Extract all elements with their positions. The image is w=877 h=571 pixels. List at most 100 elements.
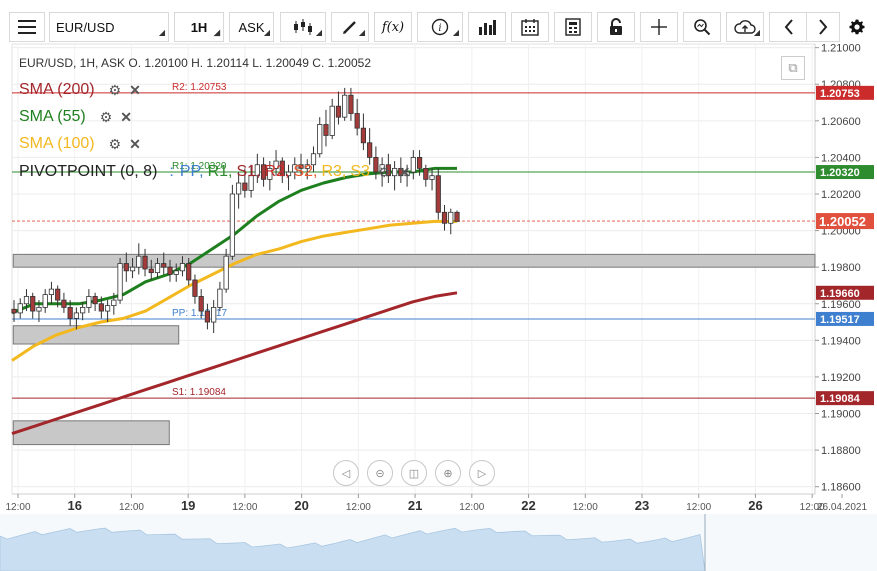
sma55-label: SMA (55) (19, 108, 86, 125)
candle-body (435, 175, 441, 213)
candle-body (167, 266, 173, 275)
candle-body (192, 279, 198, 297)
pivot-part-r2: R2, (264, 163, 290, 180)
candle-body (423, 167, 429, 180)
navigator-strip (0, 514, 877, 571)
candle-body (448, 211, 454, 224)
candle-body (186, 263, 192, 281)
pivot-part-r1: R1, (207, 163, 233, 180)
reset-button[interactable]: ◫ (401, 460, 427, 486)
candle-body (148, 268, 154, 274)
x-tick-label: 12:00 (232, 502, 257, 513)
x-tick-label: 12:00 (573, 502, 598, 513)
gear-icon[interactable]: ⚙ (109, 83, 122, 97)
gear-icon[interactable]: ⚙ (109, 137, 122, 151)
x-tick-label: 19 (181, 498, 195, 513)
x-tick-label: 23 (635, 498, 649, 513)
x-tick-label: 20 (294, 498, 308, 513)
close-icon[interactable]: ✕ (398, 165, 410, 179)
close-icon[interactable]: ✕ (120, 110, 132, 124)
candle-body (348, 94, 354, 114)
candle-body (173, 270, 179, 275)
candle-body (80, 307, 86, 314)
y-tick-label: 1.18800 (821, 445, 861, 457)
x-tick-label: 12:00 (346, 502, 371, 513)
candle-body (416, 157, 423, 169)
ohlc-readout: EUR/USD, 1H, ASK O. 1.20100 H. 1.20114 L… (19, 56, 371, 70)
candle-body (179, 263, 186, 272)
candle-body (229, 193, 235, 257)
candle-body (17, 303, 23, 314)
candle-body (98, 303, 104, 312)
close-icon[interactable]: ✕ (129, 137, 141, 151)
candle-body (104, 305, 111, 312)
candle-body (129, 266, 136, 272)
sma100-label: SMA (100) (19, 135, 95, 152)
pivot-part-s2: S2, (293, 163, 318, 180)
zoom-in-icon: ⊕ (443, 467, 453, 480)
candle-body (73, 312, 79, 319)
legend-sma200: SMA (200) ⚙ ✕ (19, 81, 141, 99)
candle-body (317, 124, 323, 155)
candle-body (367, 142, 373, 158)
zoom-out-icon: ⊝ (375, 467, 385, 480)
pivot-part-s1: S1, (236, 163, 261, 180)
price-badge-text: 1.19084 (820, 393, 861, 405)
candle-body (92, 296, 98, 305)
price-badge-text: 1.20320 (820, 167, 860, 179)
candle-body (223, 255, 229, 290)
scroll-left-button[interactable]: ◁ (333, 460, 359, 486)
pivot-label-r2: R2: 1.20753 (172, 82, 227, 93)
pivot-label: PIVOTPOINT (0, 8) (19, 163, 158, 180)
legend-sma100: SMA (100) ⚙ ✕ (19, 135, 141, 153)
candle-body (354, 113, 360, 129)
x-tick-label: 12:00 (5, 502, 30, 513)
candle-body (154, 263, 161, 274)
pivot-part-pp: PP, (179, 163, 204, 180)
candle-body (242, 182, 248, 191)
candle-body (204, 310, 211, 323)
play-right-icon: ▷ (477, 467, 487, 480)
y-tick-label: 1.19200 (821, 372, 861, 384)
price-badge-text: 1.19517 (820, 314, 860, 326)
sr-zone (12, 325, 180, 345)
candle-body (454, 211, 460, 222)
candle-body (61, 299, 67, 308)
candle-body (86, 296, 92, 308)
x-tick-label: 26 (748, 498, 762, 513)
candle-body (161, 263, 167, 268)
y-tick-label: 1.21000 (821, 43, 861, 55)
candle-body (236, 182, 242, 195)
candle-body (11, 308, 17, 314)
x-tick-label: 26.04.2021 (817, 502, 867, 513)
gear-icon[interactable]: ⚙ (378, 165, 391, 179)
x-tick-label: 16 (67, 498, 81, 513)
last-price-text: 1.20052 (819, 214, 866, 229)
candle-body (329, 105, 335, 136)
price-badge-text: 1.19660 (820, 288, 860, 300)
close-icon[interactable]: ✕ (129, 83, 141, 97)
scroll-right-button[interactable]: ▷ (469, 460, 495, 486)
zoom-out-button[interactable]: ⊝ (367, 460, 393, 486)
zoom-in-button[interactable]: ⊕ (435, 460, 461, 486)
legend-pivot: PIVOTPOINT (0, 8) : PP, R1, S1, R2, S2, … (19, 163, 410, 181)
candle-body (123, 263, 129, 272)
pivot-part-r3: R3, (321, 163, 347, 180)
x-axis: 12:00 16 12:00 19 12:00 20 12:00 21 12:00 22 12:00… (5, 493, 867, 513)
candle-body (23, 296, 30, 305)
gear-icon[interactable]: ⚙ (100, 110, 113, 124)
candle-body (429, 175, 435, 180)
x-tick-label: 21 (408, 498, 422, 513)
candle-body (36, 307, 42, 312)
candle-body (48, 288, 55, 296)
y-tick-label: 1.19000 (821, 409, 861, 421)
sr-zone (12, 253, 816, 268)
y-tick-label: 1.19600 (821, 299, 861, 311)
y-tick-label: 1.18600 (821, 482, 861, 494)
maximize-button[interactable]: ⧉ (781, 56, 805, 80)
price-badge-text: 1.20753 (820, 88, 860, 100)
candle-body (142, 255, 148, 270)
pivot-part-s3: S3 (350, 163, 370, 180)
x-tick-label: 12:00 (119, 502, 144, 513)
candle-body (117, 263, 123, 301)
